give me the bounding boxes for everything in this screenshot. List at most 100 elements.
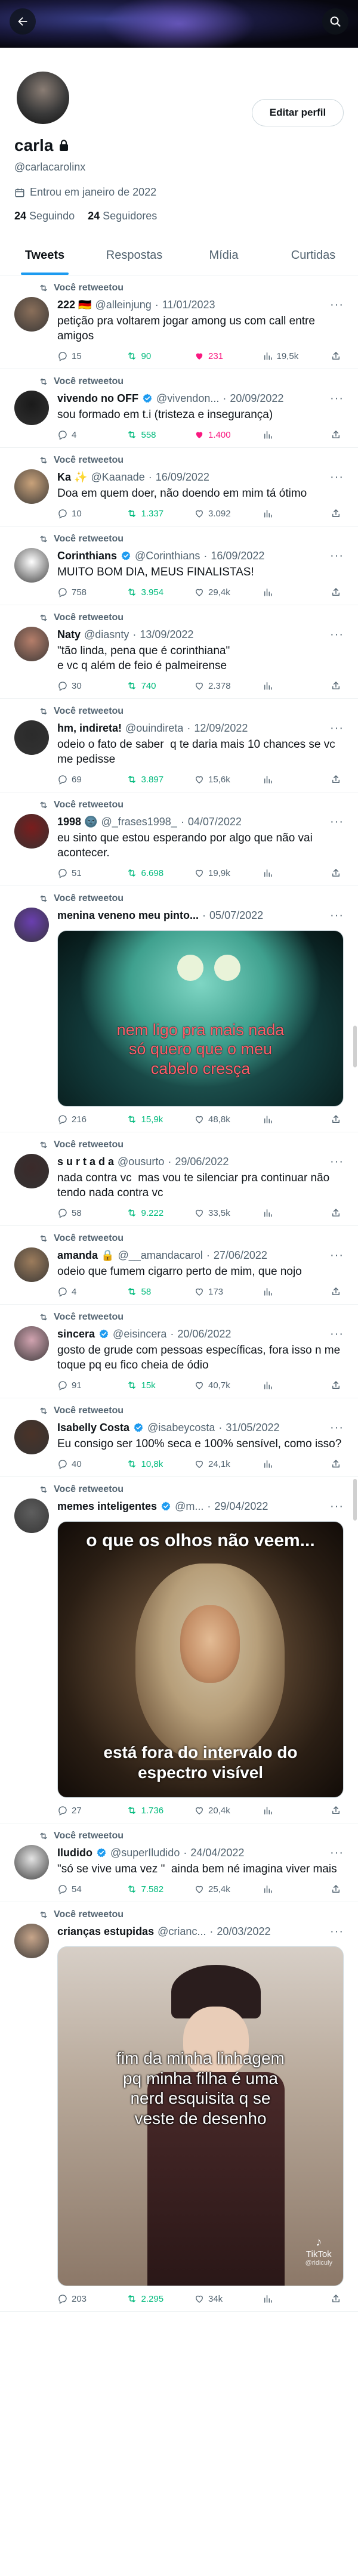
share-button[interactable] [331,1208,341,1218]
like-button[interactable]: 40,7k [194,1380,237,1391]
tweet[interactable]: Você retweetou sincera @eisincera · 20/0… [0,1305,358,1398]
like-button[interactable]: 20,4k [194,1805,237,1816]
tweet-date[interactable]: 24/04/2022 [190,1847,244,1859]
share-button[interactable] [331,587,341,597]
tweet-author-name[interactable]: menina veneno meu pinto... [57,909,199,922]
tweet-media-video[interactable]: fim da minha linhagem pq minha filha é u… [57,1946,344,2286]
tweet-author-handle[interactable]: @diasnty [84,628,129,641]
tweet-author-name[interactable]: sincera [57,1328,95,1340]
tweet-media-image[interactable]: nem ligo pra mais nada só quero que o me… [57,930,344,1107]
views-button[interactable] [263,1380,305,1391]
tweet-author-handle[interactable]: @m... [175,1500,203,1513]
reply-button[interactable]: 216 [57,1114,100,1125]
like-button[interactable]: 19,9k [194,868,237,878]
more-options-icon[interactable]: ··· [326,909,344,922]
tweet-author-name[interactable]: 222 🇩🇪 [57,299,91,311]
back-button[interactable] [10,8,36,35]
tab-likes[interactable]: Curtidas [268,236,358,275]
tweet-date[interactable]: 29/06/2022 [175,1156,229,1168]
more-options-icon[interactable]: ··· [326,722,344,735]
share-button[interactable] [331,1805,341,1816]
reply-button[interactable]: 15 [57,351,100,361]
tweet-author-handle[interactable]: @alleinjung [95,299,151,311]
views-button[interactable] [263,774,305,785]
tweet[interactable]: Você retweetou 222 🇩🇪 @alleinjung · 11/0… [0,275,358,369]
views-button[interactable] [263,1114,305,1125]
tweet[interactable]: Você retweetou s u r t a d a @ousurto · … [0,1132,358,1226]
tweet-author-handle[interactable]: @ouindireta [125,722,183,735]
views-button[interactable] [263,587,305,597]
views-button[interactable] [263,508,305,519]
tweet-avatar[interactable] [14,720,49,755]
profile-avatar[interactable] [14,69,72,126]
share-button[interactable] [331,1380,341,1391]
search-button[interactable] [322,8,348,35]
tweet-date[interactable]: 11/01/2023 [162,299,215,311]
views-button[interactable] [263,1884,305,1894]
reply-button[interactable]: 30 [57,680,100,691]
tweet-author-name[interactable]: Iludido [57,1847,92,1859]
share-button[interactable] [331,2293,341,2304]
tweet-avatar[interactable] [14,908,49,942]
share-button[interactable] [331,774,341,785]
retweet-button[interactable]: 3.954 [126,587,169,597]
views-button[interactable] [263,1286,305,1297]
tweet-avatar[interactable] [14,1326,49,1361]
reply-button[interactable]: 40 [57,1459,100,1469]
retweet-button[interactable]: 1.736 [126,1805,169,1816]
tweet[interactable]: Você retweetou crianças estupidas @crian… [0,1902,358,2312]
tweet[interactable]: Você retweetou menina veneno meu pinto..… [0,886,358,1132]
tweet-date[interactable]: 05/07/2022 [209,909,263,922]
reply-button[interactable]: 203 [57,2293,100,2304]
tweet-author-name[interactable]: Corinthians [57,550,117,562]
tweet-author-handle[interactable]: @vivendon... [156,392,219,405]
like-button[interactable]: 15,6k [194,774,237,785]
more-options-icon[interactable]: ··· [326,549,344,563]
tweet-author-handle[interactable]: @crianc... [158,1925,206,1938]
views-button[interactable] [263,1208,305,1218]
tweet-date[interactable]: 20/09/2022 [230,392,283,405]
like-button[interactable]: 231 [194,351,237,361]
tweet-avatar[interactable] [14,1924,49,1958]
reply-button[interactable]: 758 [57,587,100,597]
tweet-date[interactable]: 13/09/2022 [140,628,193,641]
more-options-icon[interactable]: ··· [326,392,344,405]
like-button[interactable]: 33,5k [194,1208,237,1218]
more-options-icon[interactable]: ··· [326,298,344,312]
tweet-author-name[interactable]: memes inteligentes [57,1500,157,1513]
following-link[interactable]: 24 Seguindo [14,210,75,222]
share-button[interactable] [331,680,341,691]
tweet-avatar[interactable] [14,297,49,332]
tweet-author-name[interactable]: hm, indireta! [57,722,122,735]
scrollbar-thumb[interactable] [353,1479,357,1521]
tweet[interactable]: Você retweetou hm, indireta! @ouindireta… [0,699,358,792]
tweet-avatar[interactable] [14,1154,49,1188]
tweet-media-image[interactable]: o que os olhos não veem... está fora do … [57,1521,344,1798]
reply-button[interactable]: 58 [57,1208,100,1218]
tweet-avatar[interactable] [14,814,49,849]
tweet-date[interactable]: 29/04/2022 [214,1500,268,1513]
tweet-date[interactable]: 16/09/2022 [211,550,264,562]
tweet-avatar[interactable] [14,469,49,504]
like-button[interactable]: 48,8k [194,1114,237,1125]
tweet-author-name[interactable]: 1998 🌚 [57,816,97,828]
like-button[interactable]: 34k [194,2293,237,2304]
retweet-button[interactable]: 10,8k [126,1459,169,1469]
more-options-icon[interactable]: ··· [326,815,344,829]
more-options-icon[interactable]: ··· [326,1249,344,1262]
edit-profile-button[interactable]: Editar perfil [252,99,344,126]
reply-button[interactable]: 91 [57,1380,100,1391]
retweet-button[interactable]: 9.222 [126,1208,169,1218]
tweet[interactable]: Você retweetou Ka ✨ @Kaanade · 16/09/202… [0,448,358,527]
share-button[interactable] [331,429,341,440]
views-button[interactable] [263,1805,305,1816]
tweet-author-handle[interactable]: @Kaanade [91,471,144,484]
tweet-date[interactable]: 20/03/2022 [217,1925,270,1938]
share-button[interactable] [331,1114,341,1125]
views-button[interactable]: 19,5k [263,351,305,361]
retweet-button[interactable]: 6.698 [126,868,169,878]
views-button[interactable] [263,2293,305,2304]
tweet-author-name[interactable]: s u r t a d a [57,1156,114,1168]
tweet-author-handle[interactable]: @eisincera [113,1328,166,1340]
followers-link[interactable]: 24 Seguidores [88,210,157,222]
